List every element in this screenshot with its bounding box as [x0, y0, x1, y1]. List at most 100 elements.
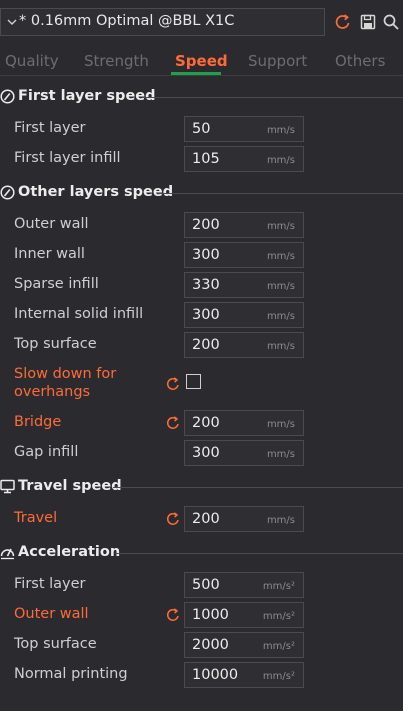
tab-strength[interactable]: Strength [84, 52, 149, 70]
field-value: 2000 [192, 637, 229, 653]
field-unit: mm/s [266, 281, 295, 292]
section-divider [113, 487, 403, 488]
travel-speed-input[interactable]: 200 mm/s [184, 506, 304, 532]
section-title: Other layers speed [18, 184, 174, 200]
field-value: 50 [192, 121, 211, 137]
speedometer-icon [0, 89, 15, 104]
field-unit: mm/s [266, 125, 295, 136]
section-first-layer-speed: First layer speed [0, 87, 403, 109]
row-bridge: Bridge 200 mm/s [0, 410, 403, 436]
chevron-down-icon [7, 15, 17, 29]
reset-icon[interactable] [165, 376, 181, 392]
field-unit: mm/s [266, 419, 295, 430]
field-value: 200 [192, 511, 220, 527]
top-surface-speed-input[interactable]: 200 mm/s [184, 332, 304, 358]
field-label: First layer infill [14, 150, 121, 166]
section-travel-speed: Travel speed [0, 477, 403, 499]
reset-icon[interactable] [165, 415, 181, 431]
row-accel-outer-wall: Outer wall 1000 mm/s² [0, 602, 403, 628]
row-internal-solid-infill: Internal solid infill 300 mm/s [0, 302, 403, 328]
inner-wall-speed-input[interactable]: 300 mm/s [184, 242, 304, 268]
travel-icon [0, 479, 15, 494]
field-label: Top surface [14, 636, 97, 652]
row-first-layer: First layer 50 mm/s [0, 116, 403, 142]
field-value: 200 [192, 415, 220, 431]
active-tab-indicator [171, 72, 221, 75]
section-other-layers-speed: Other layers speed [0, 183, 403, 205]
first-layer-speed-input[interactable]: 50 mm/s [184, 116, 304, 142]
field-value: 500 [192, 577, 220, 593]
outer-wall-acceleration-input[interactable]: 1000 mm/s² [184, 602, 304, 628]
row-first-layer-infill: First layer infill 105 mm/s [0, 146, 403, 172]
field-value: 10000 [192, 667, 239, 683]
top-surface-acceleration-input[interactable]: 2000 mm/s² [184, 632, 304, 658]
row-travel: Travel 200 mm/s [0, 506, 403, 532]
field-value: 300 [192, 445, 220, 461]
first-layer-infill-speed-input[interactable]: 105 mm/s [184, 146, 304, 172]
field-label: Internal solid infill [14, 306, 144, 322]
tab-quality[interactable]: Quality [5, 52, 59, 70]
reset-preset-icon[interactable] [334, 13, 352, 31]
row-outer-wall: Outer wall 200 mm/s [0, 212, 403, 238]
search-icon[interactable] [382, 13, 400, 31]
field-value: 300 [192, 247, 220, 263]
field-value: 105 [192, 151, 220, 167]
preset-dropdown[interactable]: * 0.16mm Optimal @BBL X1C [0, 8, 325, 36]
row-inner-wall: Inner wall 300 mm/s [0, 242, 403, 268]
field-value: 200 [192, 337, 220, 353]
field-unit: mm/s [266, 251, 295, 262]
normal-printing-acceleration-input[interactable]: 10000 mm/s² [184, 662, 304, 688]
reset-icon[interactable] [165, 607, 181, 623]
field-unit: mm/s [266, 341, 295, 352]
field-unit: mm/s [266, 221, 295, 232]
section-divider [142, 97, 403, 98]
speedometer-icon [0, 185, 15, 200]
field-value: 300 [192, 307, 220, 323]
row-accel-top-surface: Top surface 2000 mm/s² [0, 632, 403, 658]
preset-name: * 0.16mm Optimal @BBL X1C [19, 13, 235, 29]
save-icon[interactable] [359, 13, 377, 31]
field-label: Inner wall [14, 246, 85, 262]
section-title: Travel speed [18, 478, 122, 494]
tab-speed[interactable]: Speed [175, 52, 228, 70]
bridge-speed-input[interactable]: 200 mm/s [184, 410, 304, 436]
section-acceleration: Acceleration [0, 543, 403, 565]
reset-icon[interactable] [165, 511, 181, 527]
field-unit: mm/s [266, 311, 295, 322]
row-top-surface: Top surface 200 mm/s [0, 332, 403, 358]
field-label: Normal printing [14, 666, 128, 682]
preset-bar: * 0.16mm Optimal @BBL X1C [0, 0, 403, 44]
row-gap-infill: Gap infill 300 mm/s [0, 440, 403, 466]
field-label: First layer [14, 120, 86, 136]
field-value: 200 [192, 217, 220, 233]
section-divider [158, 193, 403, 194]
gap-infill-speed-input[interactable]: 300 mm/s [184, 440, 304, 466]
internal-solid-infill-speed-input[interactable]: 300 mm/s [184, 302, 304, 328]
sparse-infill-speed-input[interactable]: 330 mm/s [184, 272, 304, 298]
field-unit: mm/s [266, 155, 295, 166]
field-unit: mm/s² [262, 641, 295, 652]
field-label: First layer [14, 576, 86, 592]
field-value: 330 [192, 277, 220, 293]
row-accel-first-layer: First layer 500 mm/s² [0, 572, 403, 598]
first-layer-acceleration-input[interactable]: 500 mm/s² [184, 572, 304, 598]
section-divider [115, 553, 403, 554]
field-label: Bridge [14, 414, 62, 430]
field-value: 1000 [192, 607, 229, 623]
outer-wall-speed-input[interactable]: 200 mm/s [184, 212, 304, 238]
tab-others[interactable]: Others [335, 52, 385, 70]
section-title: First layer speed [18, 88, 156, 104]
field-label: Gap infill [14, 444, 79, 460]
field-unit: mm/s² [262, 611, 295, 622]
field-unit: mm/s² [262, 581, 295, 592]
tab-support[interactable]: Support [248, 52, 307, 70]
row-accel-normal-printing: Normal printing 10000 mm/s² [0, 662, 403, 688]
field-label: Travel [14, 510, 58, 526]
field-label-line2: overhangs [14, 384, 91, 400]
field-unit: mm/s [266, 515, 295, 526]
settings-tabs: Quality Strength Speed Support Others [0, 44, 403, 76]
slow-down-overhangs-checkbox[interactable] [186, 374, 201, 389]
section-title: Acceleration [18, 544, 121, 560]
field-label-line1: Slow down for [14, 366, 117, 382]
field-unit: mm/s² [262, 671, 295, 682]
